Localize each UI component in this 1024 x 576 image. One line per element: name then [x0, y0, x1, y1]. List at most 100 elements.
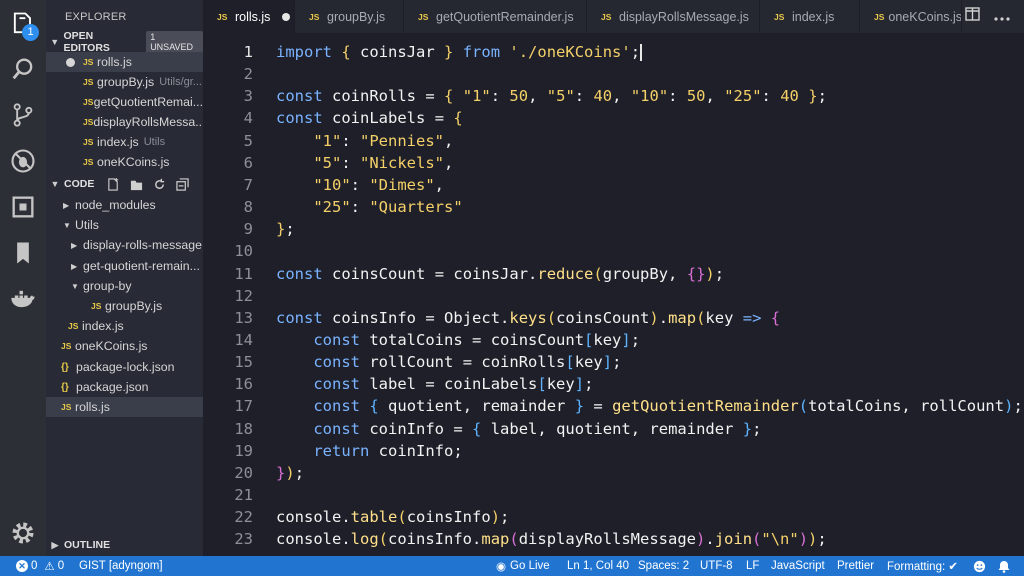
js-file-icon: JS — [83, 157, 94, 167]
open-editor-label: oneKCoins.js — [97, 155, 170, 169]
prettier-status[interactable]: Prettier — [837, 556, 874, 576]
tree-file-index-js[interactable]: JS index.js — [46, 316, 203, 336]
code-line[interactable]: import { coinsJar } from './oneKCoins'; — [276, 33, 643, 71]
warning-icon: ⚠ — [44, 561, 55, 573]
tree-label: node_modules — [75, 198, 156, 212]
encoding[interactable]: UTF-8 — [700, 556, 733, 576]
go-live-button[interactable]: ◉ Go Live — [496, 556, 550, 576]
unsaved-dot-icon — [66, 57, 75, 67]
js-file-icon: JS — [83, 117, 94, 127]
chevron-down-icon: ▼ — [63, 220, 71, 230]
tab-getquotientremainder-js[interactable]: JS getQuotientRemainder.js — [404, 0, 587, 33]
tree-folder-display-rolls-message[interactable]: ▶ display-rolls-message — [46, 235, 203, 255]
tree-folder-group-by[interactable]: ▼ group-by — [46, 276, 203, 296]
unsaved-badge: 1 UNSAVED — [146, 31, 203, 53]
bookmark-icon[interactable] — [8, 238, 38, 268]
search-icon[interactable] — [8, 54, 38, 84]
tree-file-rolls-js[interactable]: JS rolls.js — [46, 397, 203, 417]
open-editor-groupby[interactable]: JS groupBy.js Utils/gr... — [46, 72, 203, 92]
open-editor-onekcoins[interactable]: JS oneKCoins.js — [46, 152, 203, 172]
smiley-feedback-icon[interactable] — [973, 556, 986, 576]
formatting-status[interactable]: Formatting: ✔ — [887, 556, 958, 576]
workspace-header[interactable]: ▼ CODE — [46, 174, 203, 194]
code-line[interactable]: const coinsCount = coinsJar.reduce(group… — [276, 255, 724, 293]
code-line[interactable]: "25": "Quarters" — [276, 188, 462, 226]
explorer-sidebar: EXPLORER ▼ OPEN EDITORS 1 UNSAVED JS rol… — [46, 0, 203, 556]
tab-onekcoins-js[interactable]: JS oneKCoins.js — [860, 0, 962, 33]
code-editor[interactable]: 1 import { coinsJar } from './oneKCoins';… — [203, 33, 1024, 556]
outline-header[interactable]: ▶ OUTLINE — [46, 535, 203, 555]
gist-status[interactable]: GIST [adyngom] — [79, 556, 163, 576]
js-file-icon: JS — [61, 402, 72, 412]
collapse-all-icon[interactable] — [175, 177, 189, 191]
tab-label: oneKCoins.js — [888, 9, 962, 24]
js-file-icon: JS — [83, 77, 94, 87]
chevron-down-icon: ▼ — [50, 179, 60, 189]
settings-gear-icon[interactable] — [8, 518, 38, 548]
js-file-icon: JS — [418, 11, 429, 22]
extensions-icon[interactable] — [8, 192, 38, 222]
chevron-right-icon: ▶ — [71, 240, 78, 250]
chevron-right-icon: ▶ — [51, 539, 59, 550]
tree-label: package-lock.json — [76, 360, 175, 374]
tab-label: getQuotientRemainder.js — [436, 9, 574, 24]
open-editor-rolls[interactable]: JS rolls.js — [46, 52, 203, 72]
js-file-icon: JS — [61, 341, 72, 351]
explorer-badge: 1 — [22, 24, 39, 41]
tree-label: display-rolls-message — [83, 238, 202, 252]
tree-label: oneKCoins.js — [75, 339, 148, 353]
more-actions-icon[interactable] — [994, 8, 1010, 26]
tree-file-package-json[interactable]: {} package.json — [46, 377, 203, 397]
tab-index-js[interactable]: JS index.js — [760, 0, 860, 33]
problems-indicator[interactable]: ✕ 0 ⚠ 0 — [16, 556, 64, 576]
code-line[interactable]: }; — [276, 210, 295, 248]
cursor-position[interactable]: Ln 1, Col 40 — [567, 556, 629, 576]
code-line[interactable]: }); — [276, 454, 304, 492]
new-file-icon[interactable] — [106, 177, 120, 191]
tree-file-onekcoins-js[interactable]: JS oneKCoins.js — [46, 336, 203, 356]
json-file-icon: {} — [61, 361, 69, 373]
js-file-icon: JS — [217, 11, 228, 22]
tree-label: rolls.js — [75, 400, 110, 414]
tab-label: index.js — [792, 9, 835, 24]
error-icon: ✕ — [16, 560, 28, 572]
tab-groupby-js[interactable]: JS groupBy.js — [295, 0, 404, 33]
open-editor-label: groupBy.js — [97, 75, 155, 89]
tab-label: displayRollsMessage.js — [619, 9, 749, 24]
line-ending[interactable]: LF — [746, 556, 759, 576]
open-editor-index[interactable]: JS index.js Utils — [46, 132, 203, 152]
tree-folder-get-quotient-remainder[interactable]: ▶ get-quotient-remain... — [46, 256, 203, 276]
code-line[interactable]: console.log(coinsInfo.map(displayRollsMe… — [276, 520, 827, 558]
error-count: 0 — [31, 560, 38, 572]
language-mode[interactable]: JavaScript — [771, 556, 825, 576]
debug-icon[interactable] — [8, 146, 38, 176]
tree-folder-node-modules[interactable]: ▶ node_modules — [46, 195, 203, 215]
refresh-icon[interactable] — [152, 177, 166, 191]
open-editor-displayrolls[interactable]: JS displayRollsMessa... — [46, 112, 203, 132]
json-file-icon: {} — [61, 381, 69, 393]
unsaved-dot-icon[interactable] — [282, 12, 291, 21]
source-control-icon[interactable] — [8, 100, 38, 130]
tab-displayrollsmessage-js[interactable]: JS displayRollsMessage.js — [587, 0, 760, 33]
docker-icon[interactable] — [8, 284, 38, 314]
tree-label: group-by — [83, 279, 132, 293]
tree-file-groupby-js[interactable]: JS groupBy.js — [46, 296, 203, 316]
chevron-down-icon: ▼ — [50, 37, 60, 47]
chevron-right-icon: ▶ — [63, 200, 70, 210]
tree-label: groupBy.js — [105, 299, 163, 313]
tree-file-package-lock-json[interactable]: {} package-lock.json — [46, 357, 203, 377]
warning-count: 0 — [57, 560, 65, 572]
open-editor-getquotient[interactable]: JS getQuotientRemai... — [46, 92, 203, 112]
tab-rolls-js[interactable]: JS rolls.js — [203, 0, 295, 33]
indentation[interactable]: Spaces: 2 — [638, 556, 689, 576]
new-folder-icon[interactable] — [129, 177, 143, 191]
tab-label: groupBy.js — [327, 9, 386, 24]
open-editors-header[interactable]: ▼ OPEN EDITORS 1 UNSAVED — [46, 30, 203, 54]
tree-folder-utils[interactable]: ▼ Utils — [46, 215, 203, 235]
js-file-icon: JS — [601, 11, 612, 22]
status-bar: ✕ 0 ⚠ 0 GIST [adyngom] ◉ Go Live Ln 1, C… — [0, 556, 1024, 576]
split-editor-icon[interactable] — [965, 7, 980, 26]
bell-icon[interactable] — [998, 556, 1010, 576]
js-file-icon: JS — [68, 321, 79, 331]
text-cursor — [640, 44, 643, 61]
